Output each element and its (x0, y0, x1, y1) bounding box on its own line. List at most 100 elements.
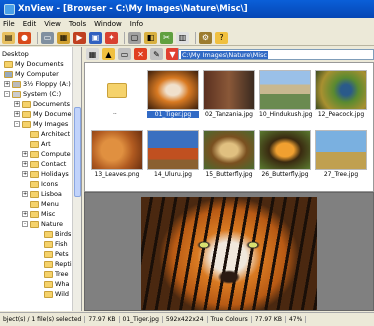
crop-icon[interactable]: ✂ (160, 31, 173, 44)
thumbnails-view-icon[interactable]: ▦ (86, 48, 99, 60)
expand-icon[interactable]: + (22, 171, 28, 177)
copy-icon[interactable]: ▭ (118, 48, 131, 60)
tree-item-lisboa[interactable]: + Lisboa (22, 189, 62, 199)
tree-item-compute[interactable]: + Compute (22, 149, 71, 159)
expand-icon[interactable]: + (4, 81, 10, 87)
tree-item-wild[interactable]: Wild (44, 289, 69, 299)
tree-item-fish[interactable]: Fish (44, 239, 68, 249)
tree-item-my-documents-c[interactable]: + My Documen (14, 109, 76, 119)
browse-icon[interactable]: ▦ (57, 31, 70, 44)
scrollbar-thumb[interactable] (74, 107, 81, 197)
menu-bar: File Edit View Tools Window Info (0, 18, 374, 30)
menu-view[interactable]: View (44, 20, 61, 28)
expand-icon[interactable]: + (22, 211, 28, 217)
folder-up-icon[interactable] (107, 83, 127, 98)
menu-file[interactable]: File (3, 20, 15, 28)
tree-item-desktop[interactable]: Desktop (2, 49, 29, 59)
expand-icon[interactable]: + (14, 101, 20, 107)
tree-item-repti[interactable]: Repti (44, 259, 72, 269)
expand-icon[interactable]: + (22, 161, 28, 167)
expand-icon[interactable]: + (14, 111, 20, 117)
folder-icon (44, 270, 53, 278)
menu-info[interactable]: Info (130, 20, 143, 28)
tree-item-nature[interactable]: - Nature (22, 219, 63, 229)
tree-item-contact[interactable]: + Contact (22, 159, 66, 169)
tree-item-pets[interactable]: Pets (44, 249, 69, 259)
folder-up-icon[interactable]: ▲ (102, 48, 115, 60)
expand-icon[interactable]: + (22, 191, 28, 197)
slideshow-icon[interactable]: ▶ (73, 31, 86, 44)
folder-icon (22, 100, 31, 108)
thumbnail-image (315, 70, 367, 110)
menu-window[interactable]: Window (94, 20, 122, 28)
status-bar: bject(s) / 1 file(s) selected 77.97 KB 0… (0, 312, 374, 326)
collapse-icon[interactable]: - (14, 121, 20, 127)
folder-icon (4, 60, 13, 68)
compare-icon[interactable]: ◧ (144, 31, 157, 44)
tree-item-icons[interactable]: Icons (30, 179, 58, 189)
thumbnail-browser: .. 01_Tiger.jpg 02_Tanzania.jpg 10_Hindu… (84, 62, 374, 192)
title-bar: XnView - [Browser - C:\My Images\Nature\… (0, 0, 374, 18)
tree-item-menu[interactable]: Menu (30, 199, 59, 209)
tree-item-my-images[interactable]: - My Images (14, 119, 68, 129)
tree-item-birds[interactable]: Birds (44, 229, 71, 239)
thumbnail-image (259, 70, 311, 110)
tree-item-architect[interactable]: Architect (30, 129, 70, 139)
status-selection-size: 77.97 KB (85, 316, 120, 323)
thumbnail-10-hindukush[interactable]: 10_Hindukush.jpg (259, 70, 312, 118)
acquire-icon[interactable]: ● (18, 31, 31, 44)
menu-edit[interactable]: Edit (23, 20, 37, 28)
thumbnail-15-butterfly[interactable]: 15_Butterfly.jpg (203, 130, 255, 178)
window-title: XnView - [Browser - C:\My Images\Nature\… (18, 4, 248, 14)
thumbnail-27-tree[interactable]: 27_Tree.jpg (315, 130, 367, 178)
collapse-icon[interactable]: - (22, 221, 28, 227)
thumbnail-image (147, 130, 199, 170)
tree-item-documents[interactable]: + Documents a (14, 99, 76, 109)
tree-item-my-documents[interactable]: My Documents (4, 59, 64, 69)
open-folder-icon[interactable]: ▤ (2, 31, 15, 44)
folder-icon (22, 120, 31, 128)
fullscreen-icon[interactable]: ▣ (89, 31, 102, 44)
status-dimensions: 592x422x24 (163, 316, 208, 323)
folder-icon (44, 280, 53, 288)
tree-item-misc[interactable]: + Misc (22, 209, 55, 219)
view-icon[interactable]: ▥ (176, 31, 189, 44)
tree-item-my-computer[interactable]: My Computer (4, 69, 59, 79)
tree-item-floppy[interactable]: +3½ Floppy (A:) (4, 79, 71, 89)
thumbnail-12-peacock[interactable]: 12_Peacock.jpg (315, 70, 367, 118)
thumbnail-image (203, 130, 255, 170)
tree-item-tree[interactable]: Tree (44, 269, 69, 279)
collapse-icon[interactable]: - (4, 91, 10, 97)
toolbar-divider (195, 31, 196, 44)
folder-icon (30, 150, 39, 158)
tree-scrollbar[interactable] (72, 47, 81, 311)
thumbnail-01-tiger[interactable]: 01_Tiger.jpg (147, 70, 199, 118)
thumbnail-image (91, 130, 143, 170)
delete-icon[interactable]: ✕ (134, 48, 147, 60)
settings-icon[interactable]: ⚙ (199, 31, 212, 44)
folder-icon (22, 110, 31, 118)
tree-item-holidays[interactable]: + Holidays (22, 169, 69, 179)
folder-icon (30, 170, 39, 178)
thumbnail-26-butterfly[interactable]: 26_Butterfly.jpg (259, 130, 311, 178)
image-preview[interactable] (84, 192, 374, 311)
tree-item-art[interactable]: Art (30, 139, 51, 149)
status-filename: 01_Tiger.jpg (120, 316, 163, 323)
computer-icon (4, 70, 13, 78)
folder-icon (30, 220, 39, 228)
address-field[interactable]: C:\My Images\Nature\Misc (178, 49, 374, 60)
tree-item-system-c[interactable]: - System (C:) (4, 89, 61, 99)
thumbnail-14-uluru[interactable]: 14_Uluru.jpg (147, 130, 199, 178)
thumbnail-02-tanzania[interactable]: 02_Tanzania.jpg (203, 70, 255, 118)
print-icon[interactable]: ▭ (41, 31, 54, 44)
address-value: C:\My Images\Nature\Misc (181, 50, 268, 59)
help-icon[interactable]: ? (215, 31, 228, 44)
expand-icon[interactable]: + (22, 151, 28, 157)
capture-icon[interactable]: ▢ (128, 31, 141, 44)
thumbnail-13-leaves[interactable]: 13_Leaves.png (91, 130, 143, 178)
menu-tools[interactable]: Tools (69, 20, 86, 28)
folder-icon (44, 230, 53, 238)
rename-icon[interactable]: ✎ (150, 48, 163, 60)
convert-icon[interactable]: ✦ (105, 31, 118, 44)
tree-item-wha[interactable]: Wha (44, 279, 70, 289)
